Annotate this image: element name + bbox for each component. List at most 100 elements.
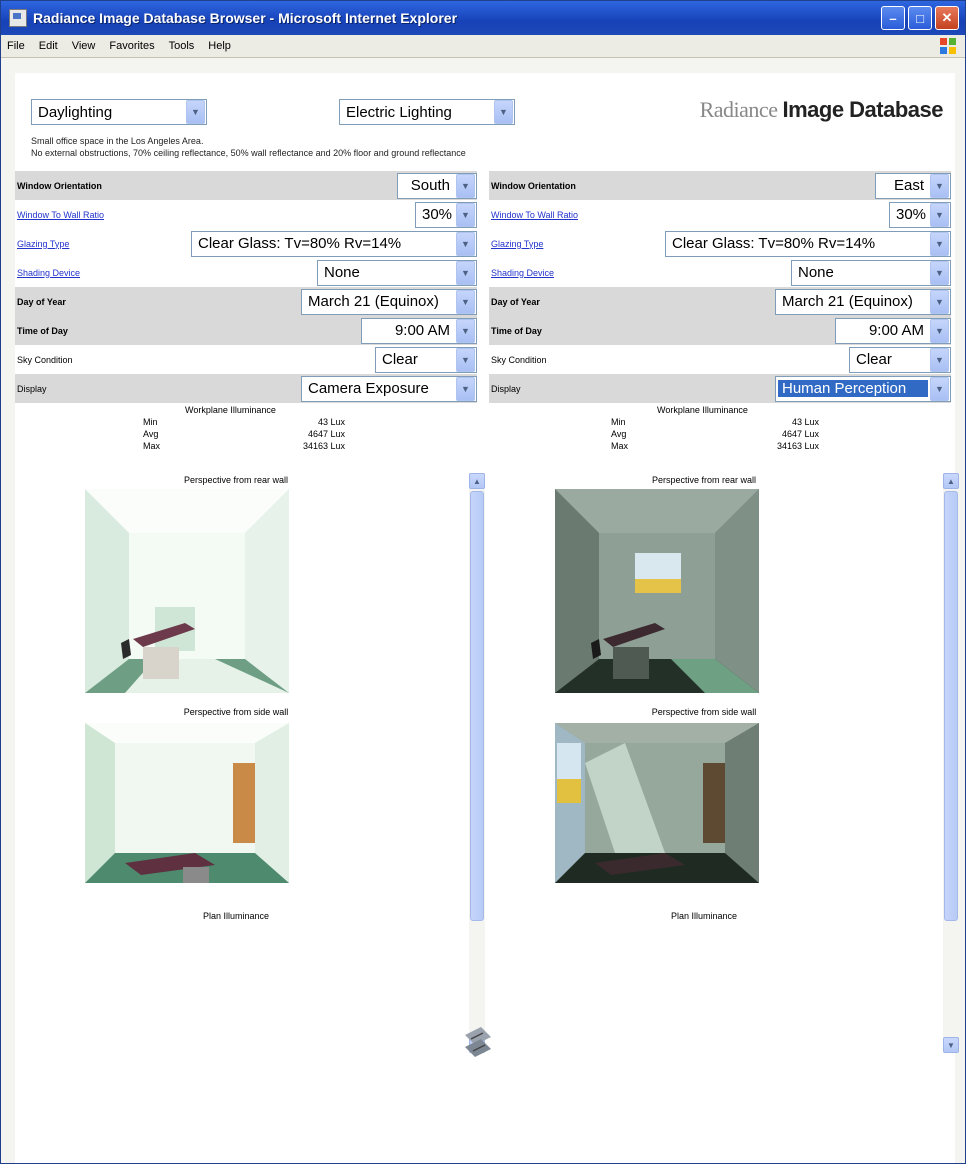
- menu-favorites[interactable]: Favorites: [109, 40, 154, 52]
- stat-value-max: 34163 Lux: [776, 441, 819, 451]
- window-to-wall-ratio-link[interactable]: Window To Wall Ratio: [17, 210, 104, 220]
- display-select[interactable]: Human Perception ▼: [775, 375, 951, 402]
- render-side-wall-human-perception: [555, 723, 759, 883]
- scroll-up-icon[interactable]: ▲: [943, 473, 959, 489]
- day-of-year-select[interactable]: March 21 (Equinox) ▼: [775, 288, 951, 315]
- chevron-down-icon: ▼: [186, 100, 205, 124]
- caption-side-perspective: Perspective from side wall: [183, 707, 289, 717]
- swap-views-icon[interactable]: [461, 1025, 495, 1059]
- topic-select-daylighting[interactable]: Daylighting ▼: [31, 99, 207, 125]
- window-to-wall-ratio-select[interactable]: 30% ▼: [415, 201, 477, 228]
- menu-view[interactable]: View: [72, 40, 96, 52]
- row-shading-device: Shading Device None ▼: [489, 258, 951, 287]
- window-orientation-select[interactable]: East ▼: [875, 172, 951, 199]
- windows-logo-icon: [940, 38, 956, 54]
- row-time-of-day: Time of Day 9:00 AM ▼: [489, 316, 951, 345]
- site-logo: Radiance Image Database: [699, 97, 944, 122]
- scroll-down-icon[interactable]: ▼: [943, 1037, 959, 1053]
- window-title: Radiance Image Database Browser - Micros…: [33, 10, 458, 26]
- workplane-illuminance-stats: Workplane Illuminance Min 43 Lux Avg 4647 …: [489, 403, 951, 459]
- stats-heading: Workplane Illuminance: [657, 405, 748, 415]
- window-to-wall-ratio-link[interactable]: Window To Wall Ratio: [491, 210, 578, 220]
- left-parameter-panel: Window Orientation South ▼ Window To Wall…: [15, 171, 477, 459]
- chevron-down-icon: ▼: [494, 100, 513, 124]
- minimize-button[interactable]: –: [881, 6, 905, 30]
- display-select[interactable]: Camera Exposure ▼: [301, 375, 477, 402]
- window-to-wall-ratio-select[interactable]: 30% ▼: [889, 201, 951, 228]
- close-button[interactable]: ✕: [935, 6, 959, 30]
- chevron-down-icon: ▼: [456, 318, 475, 343]
- stat-label-min: Min: [143, 417, 158, 427]
- glazing-type-link[interactable]: Glazing Type: [491, 239, 543, 249]
- workplane-illuminance-stats: Workplane Illuminance Min 43 Lux Avg 4647 …: [15, 403, 477, 459]
- stat-label-max: Max: [143, 441, 161, 451]
- chevron-down-icon: ▼: [930, 318, 949, 343]
- chevron-down-icon: ▼: [930, 376, 949, 401]
- chevron-down-icon: ▼: [930, 347, 949, 372]
- glazing-type-select[interactable]: Clear Glass: Tv=80% Rv=14% ▼: [665, 230, 951, 257]
- row-day-of-year: Day of Year March 21 (Equinox) ▼: [15, 287, 477, 316]
- scroll-thumb[interactable]: [944, 491, 958, 921]
- row-display: Display Human Perception ▼: [489, 374, 951, 403]
- maximize-button[interactable]: □: [908, 6, 932, 30]
- row-time-of-day: Time of Day 9:00 AM ▼: [15, 316, 477, 345]
- caption-side-perspective: Perspective from side wall: [651, 707, 757, 717]
- shading-device-link[interactable]: Shading Device: [17, 268, 80, 278]
- menu-tools[interactable]: Tools: [169, 40, 195, 52]
- stat-value-avg: 4647 Lux: [307, 429, 345, 439]
- menu-bar: File Edit View Favorites Tools Help: [1, 35, 965, 58]
- chevron-down-icon: ▼: [930, 173, 949, 198]
- row-sky-condition: Sky Condition Clear ▼: [15, 345, 477, 374]
- row-sky-condition: Sky Condition Clear ▼: [489, 345, 951, 374]
- glazing-type-link[interactable]: Glazing Type: [17, 239, 69, 249]
- row-window-orientation: Window Orientation East ▼: [489, 171, 951, 200]
- right-image-frame: Perspective from rear wall Perspective f…: [489, 473, 959, 1063]
- sky-condition-select[interactable]: Clear ▼: [375, 346, 477, 373]
- title-bar: Radiance Image Database Browser - Micros…: [1, 1, 965, 35]
- render-rear-wall-human-perception: [555, 489, 759, 693]
- chevron-down-icon: ▼: [930, 231, 949, 256]
- caption-plan-illuminance: Plan Illuminance: [202, 911, 270, 921]
- chevron-down-icon: ▼: [456, 347, 475, 372]
- stat-value-min: 43 Lux: [791, 417, 819, 427]
- left-image-frame: Perspective from rear wall Perspective f…: [15, 473, 485, 1063]
- chevron-down-icon: ▼: [456, 231, 475, 256]
- menu-edit[interactable]: Edit: [39, 40, 58, 52]
- stat-value-min: 43 Lux: [317, 417, 345, 427]
- caption-plan-illuminance: Plan Illuminance: [670, 911, 738, 921]
- caption-rear-perspective: Perspective from rear wall: [651, 475, 757, 485]
- chevron-down-icon: ▼: [930, 260, 949, 285]
- right-image-scrollbar[interactable]: ▲ ▼: [943, 473, 959, 1053]
- stat-label-avg: Avg: [143, 429, 159, 439]
- chevron-down-icon: ▼: [930, 289, 949, 314]
- menu-file[interactable]: File: [7, 40, 25, 52]
- chevron-down-icon: ▼: [930, 202, 949, 227]
- time-of-day-select[interactable]: 9:00 AM ▼: [361, 317, 477, 344]
- left-image-scrollbar[interactable]: ▲ ▼: [469, 473, 485, 1053]
- stat-value-avg: 4647 Lux: [781, 429, 819, 439]
- menu-help[interactable]: Help: [208, 40, 231, 52]
- row-day-of-year: Day of Year March 21 (Equinox) ▼: [489, 287, 951, 316]
- row-window-to-wall-ratio: Window To Wall Ratio 30% ▼: [15, 200, 477, 229]
- shading-device-select[interactable]: None ▼: [791, 259, 951, 286]
- chevron-down-icon: ▼: [456, 260, 475, 285]
- stat-label-min: Min: [611, 417, 626, 427]
- chevron-down-icon: ▼: [456, 202, 475, 227]
- shading-device-select[interactable]: None ▼: [317, 259, 477, 286]
- caption-rear-perspective: Perspective from rear wall: [183, 475, 289, 485]
- shading-device-link[interactable]: Shading Device: [491, 268, 554, 278]
- scene-description: Small office space in the Los Angeles Ar…: [31, 136, 466, 158]
- row-shading-device: Shading Device None ▼: [15, 258, 477, 287]
- scroll-thumb[interactable]: [470, 491, 484, 921]
- day-of-year-select[interactable]: March 21 (Equinox) ▼: [301, 288, 477, 315]
- render-rear-wall-daylighting: [85, 489, 289, 693]
- stats-heading: Workplane Illuminance: [185, 405, 276, 415]
- glazing-type-select[interactable]: Clear Glass: Tv=80% Rv=14% ▼: [191, 230, 477, 257]
- topic-select-electric-lighting[interactable]: Electric Lighting ▼: [339, 99, 515, 125]
- window-orientation-select[interactable]: South ▼: [397, 172, 477, 199]
- time-of-day-select[interactable]: 9:00 AM ▼: [835, 317, 951, 344]
- render-side-wall-daylighting: [85, 723, 289, 883]
- stat-label-avg: Avg: [611, 429, 627, 439]
- browser-window: Radiance Image Database Browser - Micros…: [0, 0, 966, 1164]
- sky-condition-select[interactable]: Clear ▼: [849, 346, 951, 373]
